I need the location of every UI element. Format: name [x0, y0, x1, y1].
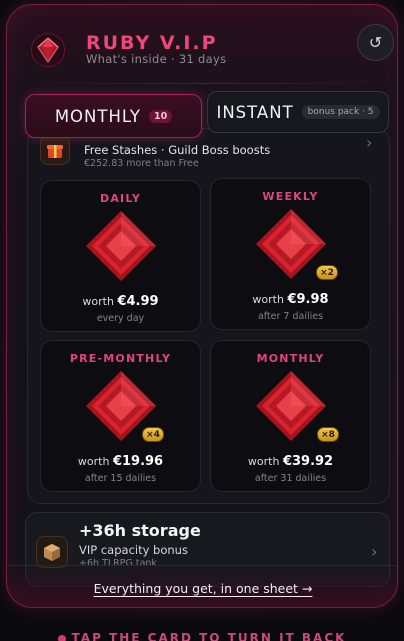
ruby-emblem-icon [31, 33, 65, 67]
summary-line: Free Stashes · Guild Boss boosts [84, 143, 271, 157]
hint-dot-icon [57, 634, 66, 641]
tile-price: €9.98 [287, 292, 329, 307]
tab-label: INSTANT [216, 102, 294, 122]
page-subtitle: What's inside · 31 days [86, 52, 227, 66]
tile-price: €19.96 [112, 454, 164, 469]
reward-tile-daily[interactable]: DAILY worth €4.99 every day [40, 180, 201, 332]
multiplier-badge: ×4 [142, 427, 164, 442]
tab-badge: 10 [148, 109, 173, 123]
tile-label: WEEKLY [262, 190, 319, 203]
tile-price: €4.99 [117, 294, 159, 309]
vip-card[interactable]: RUBY V.I.P What's inside · 31 days ↺ 222… [6, 4, 398, 608]
tab-monthly[interactable]: MONTHLY 10 [25, 94, 202, 138]
tile-worth: worth €39.92 [247, 454, 334, 469]
tile-price: €39.92 [282, 454, 334, 469]
reward-tile-weekly[interactable]: WEEKLY ×2 worth €9.98 after 7 dailies [210, 178, 371, 330]
tile-worth: worth €4.99 [82, 294, 159, 309]
storage-subtitle: VIP capacity bonus [79, 543, 188, 557]
tile-cadence: after 15 dailies [84, 473, 157, 484]
tile-label: DAILY [100, 192, 141, 205]
storage-title: +36h storage [79, 521, 201, 540]
tile-label: PRE-MONTHLY [69, 352, 172, 365]
flip-hint: TAP THE CARD TO TURN IT BACK [0, 631, 404, 641]
multiplier-badge: ×8 [317, 427, 339, 442]
page-title: RUBY V.I.P [86, 32, 218, 54]
summary-note: €252.83 more than Free [84, 158, 199, 169]
tab-badge: bonus pack · 5 [301, 105, 380, 119]
tile-worth: worth €19.96 [77, 454, 164, 469]
full-sheet-link[interactable]: Everything you get, in one sheet → [7, 581, 397, 596]
tab-label: MONTHLY [54, 106, 141, 126]
ruby-gem-icon [85, 211, 156, 281]
reward-tile-pre-monthly[interactable]: PRE-MONTHLY ×4 worth €19.96 after 15 dai… [40, 340, 201, 492]
rotate-icon: ↺ [368, 33, 383, 52]
reward-tile-monthly[interactable]: MONTHLY ×8 worth €39.92 after 31 dailies [210, 340, 371, 492]
chevron-right-icon: › [371, 542, 378, 561]
header-divider [17, 83, 389, 84]
gift-icon [40, 135, 70, 165]
flip-back-button[interactable]: ↺ [357, 24, 394, 61]
multiplier-badge: ×2 [316, 265, 338, 280]
tile-cadence: after 7 dailies [257, 311, 324, 322]
tab-instant[interactable]: INSTANT bonus pack · 5 [207, 91, 389, 133]
chevron-right-icon: › [366, 133, 373, 152]
tile-cadence: every day [96, 313, 145, 324]
package-icon [36, 536, 68, 568]
rewards-panel: 222222222 Free Stashes · Guild Boss boos… [27, 128, 390, 504]
tile-label: MONTHLY [256, 352, 325, 365]
tile-cadence: after 31 dailies [254, 473, 327, 484]
tile-worth: worth €9.98 [252, 292, 329, 307]
